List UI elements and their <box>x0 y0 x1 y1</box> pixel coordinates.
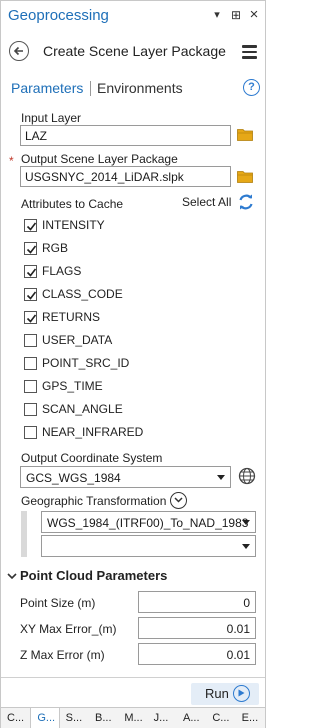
attribute-label: GPS_TIME <box>42 379 103 393</box>
attribute-label: USER_DATA <box>42 333 113 347</box>
bottom-pane-tabs: C... G... S... B... M... J... A... C... E... <box>1 707 265 728</box>
run-label: Run <box>205 686 229 701</box>
tool-tabs: Parameters Environments ? <box>1 78 265 100</box>
z-error-input[interactable]: 0.01 <box>138 643 256 665</box>
checkbox-checked[interactable] <box>24 242 37 255</box>
bottom-tab[interactable]: A... <box>177 708 206 728</box>
coordinate-system-label: Output Coordinate System <box>21 451 163 465</box>
attribute-label: RGB <box>42 241 69 255</box>
browse-folder-icon[interactable] <box>237 128 253 141</box>
checkmark-icon <box>26 291 37 300</box>
help-icon[interactable]: ? <box>243 79 260 96</box>
attribute-item[interactable]: POINT_SRC_ID <box>24 354 254 374</box>
attribute-item[interactable]: RETURNS <box>24 308 254 328</box>
bottom-tab[interactable]: B... <box>89 708 118 728</box>
checkmark-icon <box>26 268 37 277</box>
tab-parameters[interactable]: Parameters <box>11 80 83 96</box>
coordinate-system-value: GCS_WGS_1984 <box>26 471 121 485</box>
attribute-label: SCAN_ANGLE <box>42 402 123 416</box>
checkbox-unchecked[interactable] <box>24 426 37 439</box>
point-cloud-section-title[interactable]: Point Cloud Parameters <box>20 568 167 583</box>
refresh-icon[interactable] <box>237 193 255 211</box>
chevron-down-icon <box>242 544 250 549</box>
attribute-label: RETURNS <box>42 310 101 324</box>
checkmark-icon <box>26 222 37 231</box>
attribute-item[interactable]: FLAGS <box>24 262 254 282</box>
checkbox-unchecked[interactable] <box>24 403 37 416</box>
output-package-field[interactable]: USGSNYC_2014_LiDAR.slpk <box>20 166 231 187</box>
back-button[interactable] <box>9 41 29 61</box>
pane-menu-chevron-icon[interactable]: ▾ <box>210 8 224 22</box>
autohide-icon[interactable]: ⊞ <box>229 8 243 22</box>
bottom-tab[interactable]: C... <box>1 708 30 728</box>
bottom-tab[interactable]: J... <box>148 708 177 728</box>
attribute-label: CLASS_CODE <box>42 287 123 301</box>
attributes-list: INTENSITY RGB FLAGS CLASS_CODE RETURNS USER_D… <box>20 212 258 444</box>
pane-title: Geoprocessing <box>8 7 109 24</box>
input-layer-label: Input Layer <box>21 111 82 125</box>
run-button[interactable]: Run <box>191 683 259 705</box>
attribute-label: FLAGS <box>42 264 82 278</box>
attribute-item[interactable]: RGB <box>24 239 254 259</box>
tab-divider <box>90 81 91 96</box>
geoprocessing-pane: Geoprocessing ▾ ⊞ × Create Scene Layer P… <box>0 0 266 728</box>
input-layer-field[interactable]: LAZ <box>20 125 231 146</box>
geo-transform-group-bar <box>21 511 27 557</box>
xy-error-label: XY Max Error_(m) <box>20 622 117 636</box>
tool-header: Create Scene Layer Package <box>1 37 265 67</box>
checkbox-unchecked[interactable] <box>24 357 37 370</box>
point-size-label: Point Size (m) <box>20 596 96 610</box>
geo-transform-value: WGS_1984_(ITRF00)_To_NAD_1983 <box>47 516 249 530</box>
checkbox-unchecked[interactable] <box>24 380 37 393</box>
attribute-item[interactable]: SCAN_ANGLE <box>24 400 254 420</box>
checkmark-icon <box>26 314 37 323</box>
menu-icon[interactable] <box>242 45 257 59</box>
checkbox-checked[interactable] <box>24 265 37 278</box>
back-arrow-icon <box>13 46 23 56</box>
bottom-tab[interactable]: M... <box>118 708 147 728</box>
coordinate-system-select[interactable]: GCS_WGS_1984 <box>20 466 231 488</box>
checkbox-unchecked[interactable] <box>24 334 37 347</box>
attribute-item[interactable]: NEAR_INFRARED <box>24 423 254 443</box>
chevron-down-icon <box>242 520 250 525</box>
attribute-item[interactable]: GPS_TIME <box>24 377 254 397</box>
globe-icon[interactable] <box>238 467 256 485</box>
close-icon[interactable]: × <box>247 7 261 22</box>
attribute-item[interactable]: CLASS_CODE <box>24 285 254 305</box>
tool-title: Create Scene Layer Package <box>43 43 226 59</box>
attribute-item[interactable]: USER_DATA <box>24 331 254 351</box>
chevron-down-icon <box>174 497 183 503</box>
checkmark-icon <box>26 245 37 254</box>
browse-folder-icon[interactable] <box>237 170 253 183</box>
bottom-tab[interactable]: S... <box>60 708 89 728</box>
chevron-down-icon <box>217 475 225 480</box>
attribute-item[interactable]: INTENSITY <box>24 216 254 236</box>
expand-button[interactable] <box>170 492 187 509</box>
tab-environments[interactable]: Environments <box>97 80 183 96</box>
output-package-label: Output Scene Layer Package <box>21 152 178 166</box>
attributes-label: Attributes to Cache <box>21 197 124 211</box>
pane-titlebar: Geoprocessing ▾ ⊞ × <box>1 1 265 31</box>
checkbox-checked[interactable] <box>24 288 37 301</box>
attribute-label: INTENSITY <box>42 218 105 232</box>
required-marker: * <box>9 154 14 168</box>
attribute-label: NEAR_INFRARED <box>42 425 144 439</box>
bottom-tab[interactable]: C... <box>206 708 235 728</box>
checkbox-checked[interactable] <box>24 219 37 232</box>
point-size-input[interactable]: 0 <box>138 591 256 613</box>
bottom-tab[interactable]: G... <box>30 708 60 728</box>
bottom-tab[interactable]: E... <box>236 708 265 728</box>
checkbox-checked[interactable] <box>24 311 37 324</box>
geo-transform-select[interactable]: WGS_1984_(ITRF00)_To_NAD_1983 <box>41 511 256 533</box>
z-error-label: Z Max Error (m) <box>20 648 105 662</box>
xy-error-input[interactable]: 0.01 <box>138 617 256 639</box>
collapse-chevron-icon[interactable] <box>7 573 17 580</box>
geo-transform-label: Geographic Transformation <box>21 494 167 508</box>
footer-divider <box>1 677 265 678</box>
select-all-link[interactable]: Select All <box>182 195 231 209</box>
attribute-label: POINT_SRC_ID <box>42 356 130 370</box>
geo-transform-select-2[interactable] <box>41 535 256 557</box>
play-icon <box>233 685 250 702</box>
